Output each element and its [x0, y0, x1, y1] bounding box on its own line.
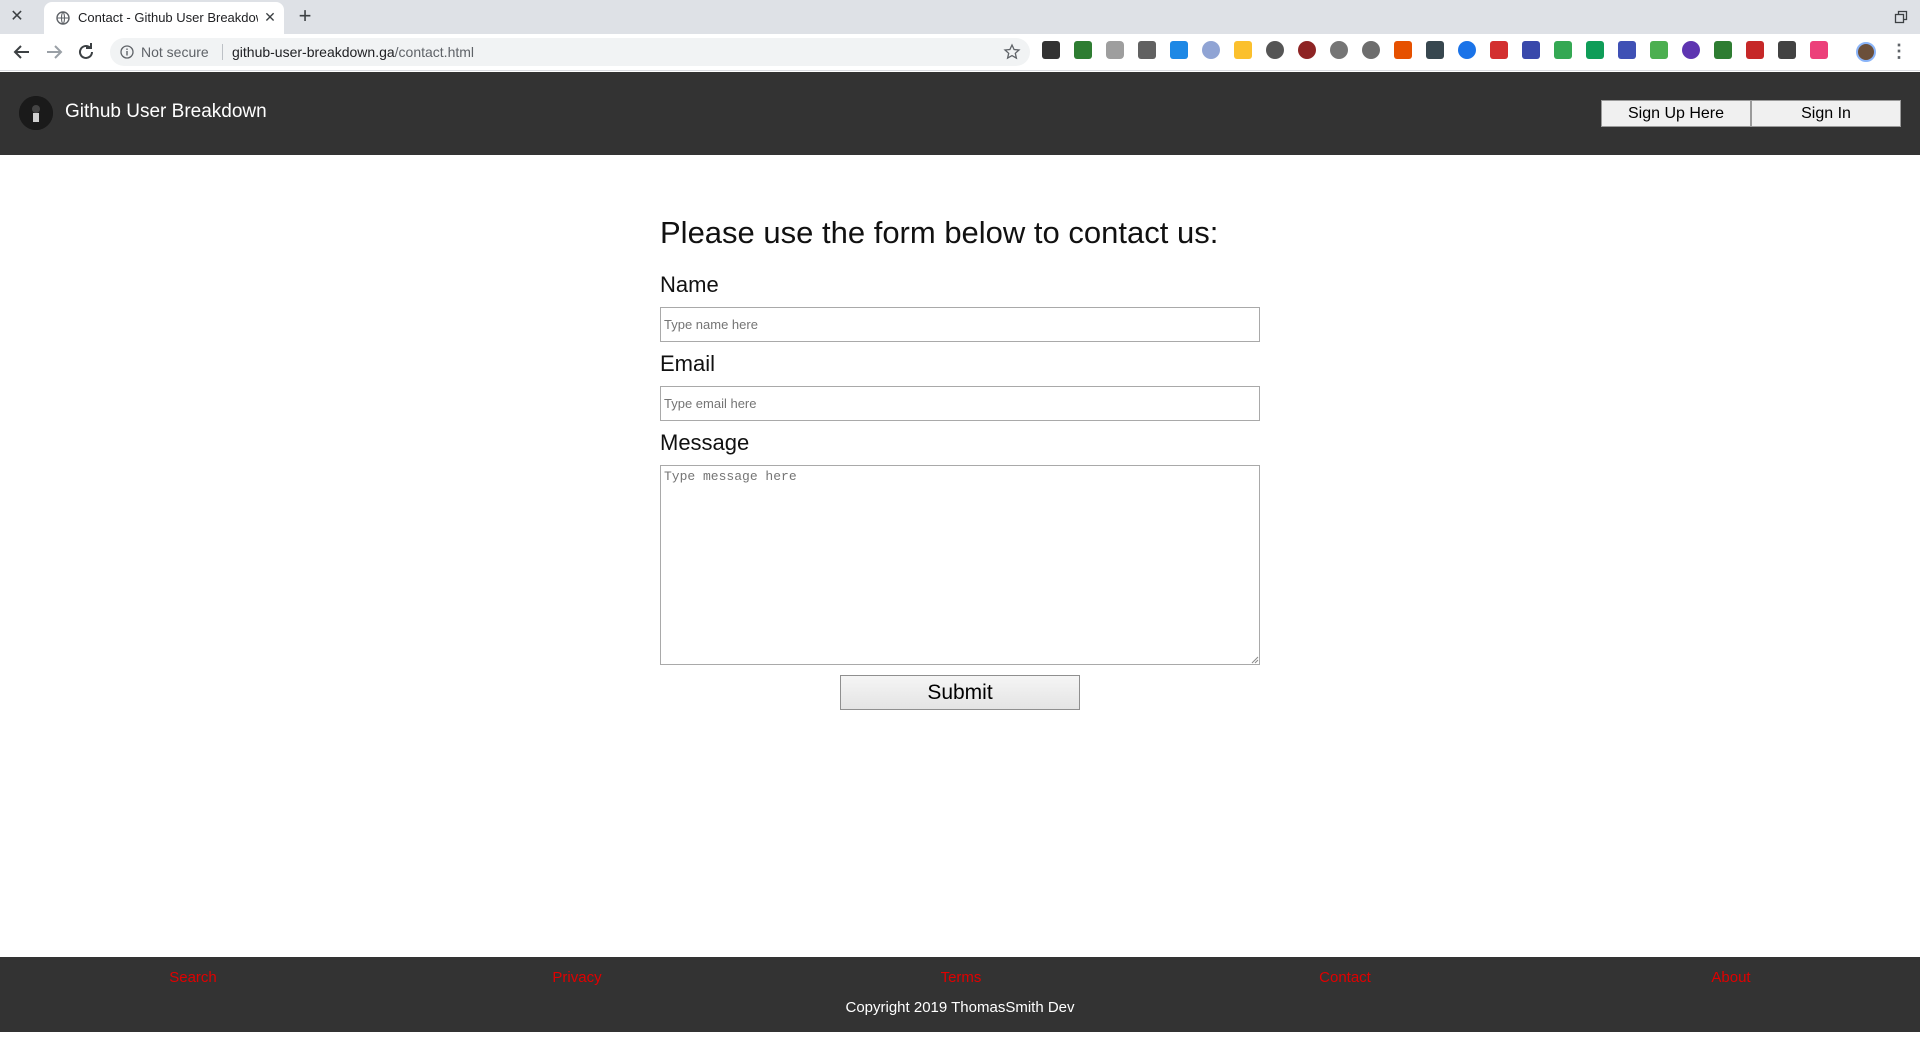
tag-extension-icon[interactable] [1650, 41, 1668, 59]
submit-button[interactable]: Submit [840, 675, 1080, 710]
sign-in-button[interactable]: Sign In [1751, 100, 1901, 127]
forms-extension-icon[interactable] [1618, 41, 1636, 59]
profile-avatar[interactable] [1856, 42, 1876, 62]
screenshot-extension-icon[interactable] [1778, 41, 1796, 59]
new-tab-icon[interactable]: + [291, 5, 319, 29]
address-bar[interactable]: Not secure github-user-breakdown.ga/cont… [110, 38, 1030, 66]
message-label: Message [660, 430, 750, 455]
globe-extension-icon[interactable] [1362, 41, 1380, 59]
gradient-extension-icon[interactable] [1810, 41, 1828, 59]
bookmark-star-icon[interactable] [1003, 43, 1021, 61]
email-field[interactable] [660, 386, 1260, 421]
site-logo[interactable] [19, 96, 53, 130]
sheets-extension-icon[interactable] [1586, 41, 1604, 59]
browser-menu-icon[interactable]: ⋮ [1890, 41, 1908, 63]
active-tab[interactable]: Contact - Github User Breakdown ✕ [44, 2, 284, 34]
footer-link-search[interactable]: Search [169, 969, 217, 986]
close-window-icon[interactable]: ✕ [6, 6, 28, 28]
document-extension-icon[interactable] [1138, 41, 1156, 59]
name-label: Name [660, 272, 719, 297]
zoom-extension-icon[interactable] [1458, 41, 1476, 59]
wind-extension-icon[interactable] [1330, 41, 1348, 59]
info-icon[interactable] [120, 45, 134, 59]
calendar-extension-icon[interactable] [1522, 41, 1540, 59]
forward-icon[interactable] [42, 40, 66, 64]
site-header: Github User Breakdown Sign Up Here Sign … [0, 72, 1920, 155]
message-field[interactable] [660, 465, 1260, 665]
bug-extension-icon[interactable] [1298, 41, 1316, 59]
reload-icon[interactable] [74, 40, 98, 64]
security-label: Not secure [141, 44, 209, 60]
copyright-text: Copyright 2019 ThomasSmith Dev [845, 999, 1075, 1016]
logo-figure-icon [19, 96, 53, 130]
lock-extension-icon[interactable] [1714, 41, 1732, 59]
name-field[interactable] [660, 307, 1260, 342]
terminal-extension-icon[interactable] [1042, 41, 1060, 59]
page-title: Please use the form below to contact us: [660, 215, 1219, 250]
footer-link-privacy[interactable]: Privacy [552, 969, 601, 986]
url-host: github-user-breakdown.ga [232, 44, 395, 60]
tab-title: Contact - Github User Breakdown [78, 10, 258, 25]
circle-extension-icon[interactable] [1202, 41, 1220, 59]
brand-title[interactable]: Github User Breakdown [65, 101, 267, 123]
note-extension-icon[interactable] [1234, 41, 1252, 59]
resize-handle-icon[interactable] [1249, 654, 1259, 664]
url-path: /contact.html [394, 44, 475, 60]
drive-extension-icon[interactable] [1554, 41, 1572, 59]
evernote-extension-icon[interactable] [1074, 41, 1092, 59]
arrow-extension-icon[interactable] [1746, 41, 1764, 59]
upload-extension-icon[interactable] [1426, 41, 1444, 59]
camera-extension-icon[interactable] [1106, 41, 1124, 59]
tab-strip: ✕ Contact - Github User Breakdown ✕ + [0, 0, 1920, 34]
divider [222, 44, 223, 60]
spiral-extension-icon[interactable] [1266, 41, 1284, 59]
fox-extension-icon[interactable] [1394, 41, 1412, 59]
window-restore-icon[interactable] [1894, 10, 1908, 24]
url-text[interactable]: github-user-breakdown.ga/contact.html [232, 44, 474, 60]
footer-link-terms[interactable]: Terms [941, 969, 982, 986]
email-label: Email [660, 351, 716, 376]
s-extension-icon[interactable] [1170, 41, 1188, 59]
site-footer: Search Privacy Terms Contact About Copyr… [0, 957, 1920, 1032]
v-extension-icon[interactable] [1682, 41, 1700, 59]
globe-icon [56, 11, 70, 25]
sign-up-button[interactable]: Sign Up Here [1601, 100, 1751, 127]
back-icon[interactable] [10, 40, 34, 64]
footer-link-contact[interactable]: Contact [1319, 969, 1371, 986]
tab-close-icon[interactable]: ✕ [261, 8, 279, 26]
footer-link-about[interactable]: About [1711, 969, 1750, 986]
pdf-extension-icon[interactable] [1490, 41, 1508, 59]
